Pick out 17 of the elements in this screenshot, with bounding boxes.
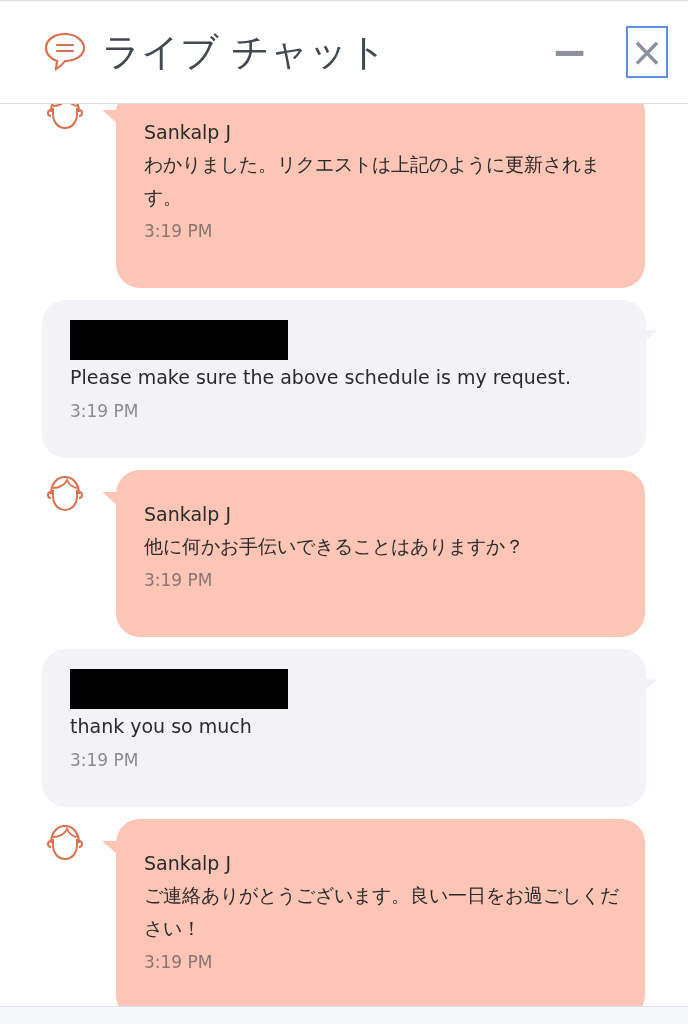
sender-name: Sankalp J (144, 851, 233, 876)
header-title: ライブ チャット (102, 28, 389, 76)
sender-name: Sankalp J (144, 120, 233, 145)
chat-bubble-icon (42, 31, 88, 73)
message-time: 3:19 PM (144, 569, 214, 592)
message-text: 他に何かお手伝いできることはありますか？ (144, 534, 525, 559)
message-text: Please make sure the above schedule is my request. (70, 365, 572, 390)
close-button[interactable]: × (626, 26, 668, 78)
message-time: 3:19 PM (70, 749, 140, 772)
message-text: わかりました。リクエストは上記のように更新されます。 (144, 152, 601, 210)
sender-name: Sankalp J (144, 502, 233, 527)
message-time: 3:19 PM (144, 951, 214, 974)
message-time: 3:19 PM (70, 400, 140, 423)
minimize-button[interactable]: − (551, 30, 588, 74)
message-time: 3:19 PM (144, 220, 214, 243)
message-text: thank you so much (70, 714, 253, 739)
message-text: ご連絡ありがとうございます。良い一日をお過ごしください！ (144, 883, 620, 941)
